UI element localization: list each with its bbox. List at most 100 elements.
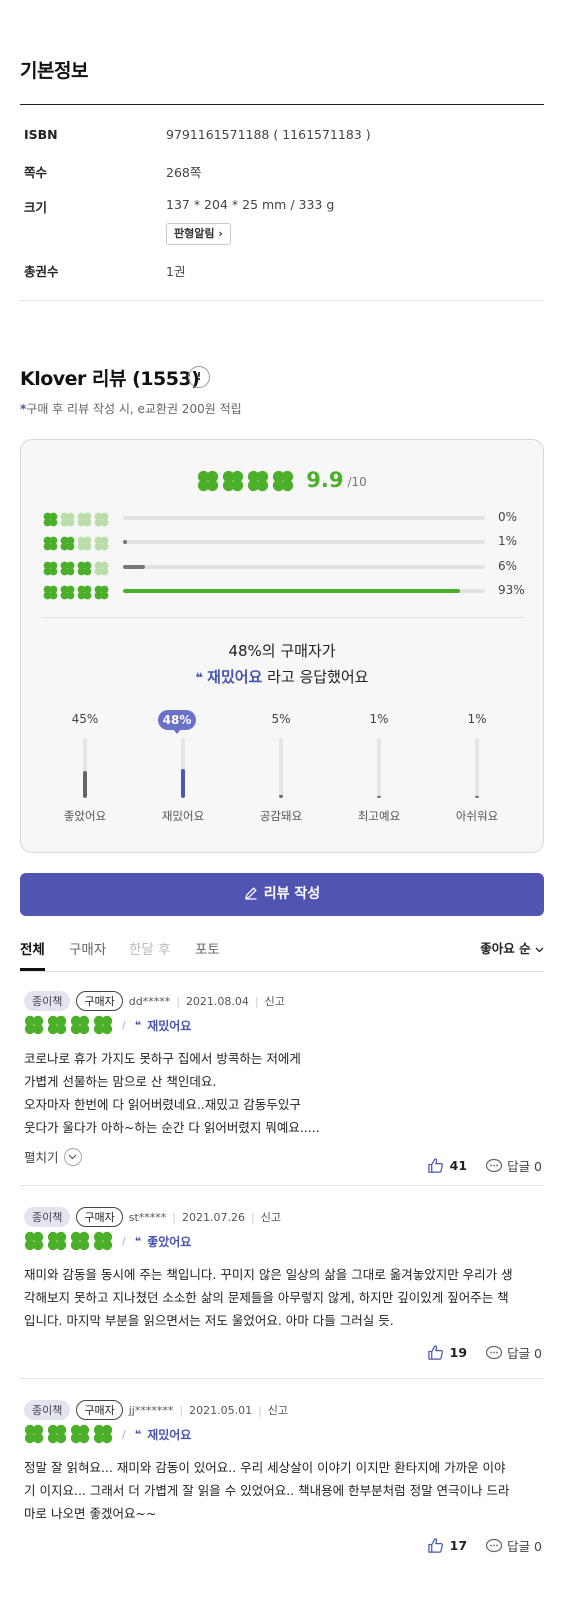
- reply-count: 답글 0: [507, 1159, 542, 1174]
- review-text-line: 마로 나오면 좋겠어요~~: [24, 1506, 157, 1521]
- review-text: 정말 잘 읽혀요... 재미와 감동이 있어요.. 우리 세상살이 이야기 이지…: [24, 1456, 540, 1525]
- review-text: 재미와 감동을 동시에 주는 책입니다. 꾸미지 않은 일상의 삶을 그대로 옮…: [24, 1263, 540, 1332]
- tab-buyer[interactable]: 구매자: [69, 938, 106, 958]
- emotion-column: 5% 공감돼요: [241, 710, 321, 830]
- clover-rating-icons: [197, 470, 294, 492]
- like-button[interactable]: 19: [427, 1344, 479, 1361]
- review-meta: 종이책 구매자 jj******* | 2021.05.01 | 신고: [24, 1400, 288, 1420]
- comment-icon: [485, 1158, 503, 1172]
- emotion-percent: 45%: [71, 712, 99, 726]
- clover-rating-icons: [43, 512, 109, 527]
- distribution-percent: 0%: [498, 510, 518, 524]
- pencil-icon: [244, 887, 257, 900]
- tab-month-later[interactable]: 한달 후: [129, 938, 171, 958]
- thumbs-up-icon: [427, 1538, 443, 1553]
- reviewer-id: dd*****: [128, 994, 171, 1008]
- info-value: 268쪽: [166, 165, 202, 180]
- info-value: 9791161571188 ( 1161571183 ): [166, 127, 371, 142]
- size-alert-button[interactable]: 판형알림 ›: [166, 223, 231, 245]
- clover-icon: [60, 512, 75, 527]
- review-text-line: 웃다가 울다가 아하~하는 순간 다 읽어버렸지 뭐예요.....: [24, 1120, 320, 1135]
- emotion-percent: 1%: [369, 712, 389, 726]
- reply-button[interactable]: 답글 0: [485, 1536, 542, 1555]
- notice-text: 구매 후 리뷰 작성 시, e교환권 200원 적립: [26, 402, 242, 416]
- emotion-bar-track: [279, 738, 283, 798]
- separator: /: [122, 1427, 126, 1441]
- clover-icon: [93, 1231, 113, 1251]
- clover-icon: [43, 512, 58, 527]
- clover-icon: [43, 561, 58, 576]
- report-link[interactable]: 신고: [265, 993, 285, 1009]
- info-label: 쪽수: [24, 165, 48, 180]
- emotion-label: 공감돼요: [259, 809, 303, 823]
- clover-icon: [94, 536, 109, 551]
- emotion-bar-fill: [279, 795, 283, 798]
- review-meta: 종이책 구매자 dd***** | 2021.08.04 | 신고: [24, 991, 285, 1011]
- clover-icon: [93, 1424, 113, 1444]
- distribution-bar-track: [123, 516, 485, 520]
- emotion-label: 최고예요: [357, 809, 401, 823]
- rating-distribution-row: 0%: [43, 510, 523, 527]
- review-rating: / ❝ 좋았어요: [24, 1231, 191, 1251]
- clover-icon: [60, 536, 75, 551]
- emotion-percent: 48%: [158, 710, 196, 730]
- info-label: 총권수: [24, 264, 59, 279]
- distribution-bar-track: [123, 565, 485, 569]
- clover-icon: [24, 1015, 44, 1035]
- report-link[interactable]: 신고: [261, 1209, 281, 1225]
- separator: |: [251, 1210, 255, 1224]
- review-text-line: 각해보지 못하고 지나쳤던 소소한 삶의 문제들을 아무렇지 않게, 하지만 깊…: [24, 1290, 509, 1305]
- review-meta: 종이책 구매자 st***** | 2021.07.26 | 신고: [24, 1207, 281, 1227]
- clover-icon: [60, 561, 75, 576]
- chevron-down-icon: [63, 1147, 82, 1166]
- tab-all[interactable]: 전체: [20, 938, 45, 971]
- clover-rating-icons: [43, 561, 109, 576]
- review-rating: / ❝ 재밌어요: [24, 1015, 191, 1035]
- buyer-badge: 구매자: [76, 991, 123, 1011]
- klover-help-button[interactable]: !: [188, 366, 210, 388]
- review-divider: [20, 1378, 544, 1379]
- clover-icon: [94, 561, 109, 576]
- reviewer-id: st*****: [128, 1210, 167, 1224]
- sort-dropdown[interactable]: 좋아요 순: [480, 938, 544, 957]
- format-badge: 종이책: [24, 1400, 71, 1420]
- reply-count: 답글 0: [507, 1346, 542, 1361]
- expand-button[interactable]: 펼치기: [24, 1147, 82, 1166]
- write-review-button[interactable]: 리뷰 작성: [20, 873, 544, 916]
- report-link[interactable]: 신고: [268, 1402, 288, 1418]
- distribution-bar-track: [123, 589, 485, 593]
- info-label: 크기: [24, 200, 48, 215]
- tab-photo[interactable]: 포토: [195, 938, 220, 958]
- separator: /: [122, 1018, 126, 1032]
- clover-icon: [77, 561, 92, 576]
- emotion-column: 45% 좋았어요: [45, 710, 125, 830]
- comment-icon: [485, 1538, 503, 1552]
- review-date: 2021.05.01: [189, 1403, 253, 1417]
- like-button[interactable]: 17: [427, 1537, 479, 1554]
- review-emotion: 재밌어요: [147, 1427, 192, 1442]
- review-date: 2021.08.04: [185, 994, 249, 1008]
- clover-icon: [24, 1231, 44, 1251]
- reply-button[interactable]: 답글 0: [485, 1156, 542, 1175]
- basic-info-bottom-divider: [20, 300, 544, 301]
- clover-rating-icons: [43, 536, 109, 551]
- like-button[interactable]: 41: [427, 1157, 479, 1174]
- review-actions: 41 답글 0: [427, 1156, 542, 1175]
- review-text: 코로나로 휴가 가지도 못하구 집에서 방콕하는 저에게 가볍게 선물하는 맘으로…: [24, 1047, 540, 1139]
- info-value: 1권: [166, 264, 186, 279]
- clover-icon: [93, 1015, 113, 1035]
- reply-button[interactable]: 답글 0: [485, 1343, 542, 1362]
- summary-divider: [41, 617, 525, 618]
- review-text-line: 코로나로 휴가 가지도 못하구 집에서 방콕하는 저에게: [24, 1051, 301, 1066]
- clover-icon: [24, 1424, 44, 1444]
- review-text-line: 정말 잘 읽혀요... 재미와 감동이 있어요.. 우리 세상살이 이야기 이지…: [24, 1460, 506, 1475]
- clover-icon: [223, 470, 244, 492]
- emotion-bar-track: [83, 738, 87, 798]
- review-divider: [20, 1185, 544, 1186]
- emotion-bar-track: [181, 738, 185, 798]
- emotion-column: 48% 재밌어요: [143, 710, 223, 830]
- emotion-bar-track: [475, 738, 479, 798]
- emotion-label: 좋았어요: [63, 809, 107, 823]
- separator: |: [179, 1403, 184, 1417]
- clover-rating-icons: [43, 585, 109, 600]
